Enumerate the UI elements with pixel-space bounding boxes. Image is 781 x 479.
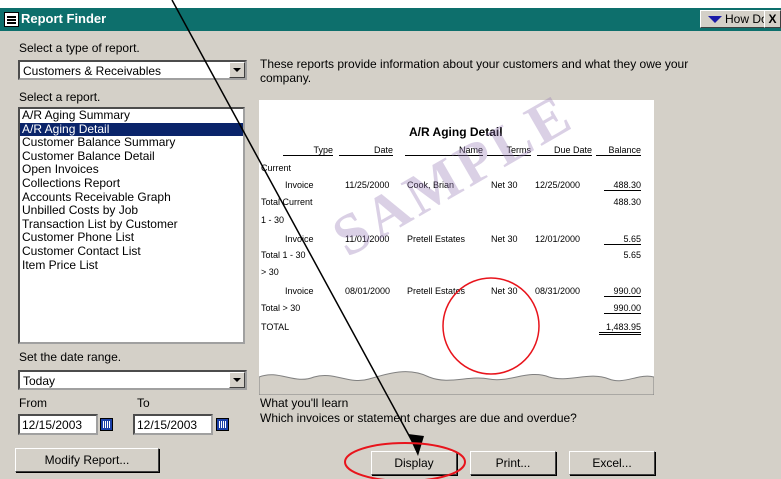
close-button[interactable]: X [764, 10, 781, 28]
display-button[interactable]: Display [371, 451, 457, 475]
sample-report-preview: A/R Aging Detail Type Date Name Terms Du… [259, 80, 654, 395]
report-cell: Pretell Estates [407, 234, 466, 244]
report-finder-icon [4, 12, 19, 27]
column-header: Balance [596, 145, 641, 156]
what-you-learn-text: Which invoices or statement charges are … [260, 411, 577, 425]
torn-edge [259, 371, 654, 395]
report-row-label: TOTAL [261, 322, 290, 332]
calendar-icon[interactable] [216, 418, 229, 431]
report-list-item-selected[interactable]: A/R Aging Detail [20, 122, 243, 137]
report-list-item[interactable]: Customer Phone List [20, 231, 243, 245]
report-cell: Pretell Estates [407, 286, 466, 296]
report-list-item[interactable]: Customer Balance Detail [20, 149, 243, 164]
what-you-learn: What you'll learn Which invoices or stat… [260, 396, 577, 426]
report-list-item[interactable]: Item Price List [20, 258, 243, 273]
report-description: These reports provide information about … [260, 57, 689, 85]
chevron-down-icon[interactable] [229, 372, 245, 388]
excel-button[interactable]: Excel... [569, 451, 655, 475]
report-cell: 12/25/2000 [535, 180, 581, 190]
report-cell: 488.30 [604, 180, 641, 191]
report-row-label: Total Current [261, 197, 313, 207]
date-range-dropdown[interactable]: Today [18, 370, 247, 390]
report-type-dropdown[interactable]: Customers & Receivables [18, 60, 247, 80]
report-cell: 990.00 [604, 286, 641, 297]
report-type-label: Select a type of report. [19, 41, 140, 55]
chevron-down-icon[interactable] [229, 62, 245, 78]
report-cell: 12/01/2000 [535, 234, 581, 244]
report-cell: Invoice [285, 234, 314, 244]
report-row-label: Total 1 - 30 [261, 250, 306, 260]
print-button[interactable]: Print... [470, 451, 556, 475]
report-cell: Net 30 [491, 234, 518, 244]
report-list-label: Select a report. [19, 90, 101, 104]
report-cell: Invoice [285, 180, 314, 190]
window-title: Report Finder [21, 11, 107, 26]
report-row-label: > 30 [261, 267, 279, 277]
report-list-item[interactable]: Open Invoices [20, 163, 243, 177]
column-header: Date [339, 145, 393, 156]
report-row-label: 1 - 30 [261, 215, 285, 225]
to-label: To [137, 396, 150, 410]
report-list[interactable]: A/R Aging Summary A/R Aging Detail Custo… [18, 107, 245, 344]
report-list-item[interactable]: Unbilled Costs by Job [20, 204, 243, 218]
report-row-label: Total > 30 [261, 303, 301, 313]
to-date-value: 12/15/2003 [137, 418, 198, 432]
column-header: Type [283, 145, 333, 156]
report-type-value: Customers & Receivables [23, 64, 162, 78]
report-list-item[interactable]: Collections Report [20, 176, 243, 191]
modify-report-button[interactable]: Modify Report... [15, 448, 159, 472]
date-range-label: Set the date range. [19, 350, 122, 364]
report-cell: 990.00 [604, 303, 641, 314]
dropdown-triangle-icon [708, 16, 722, 23]
from-label: From [19, 396, 47, 410]
report-list-item[interactable]: Customer Balance Summary [20, 136, 243, 150]
title-bar: Report Finder [0, 8, 781, 31]
from-date-value: 12/15/2003 [22, 418, 83, 432]
date-range-value: Today [23, 374, 56, 388]
calendar-icon[interactable] [100, 418, 113, 431]
from-date-field[interactable]: 12/15/2003 [18, 414, 98, 435]
report-cell: 5.65 [604, 234, 641, 245]
report-cell: 08/31/2000 [535, 286, 581, 296]
report-cell: Invoice [285, 286, 314, 296]
report-row-label: Current [261, 163, 292, 173]
report-cell: 08/01/2000 [345, 286, 391, 296]
report-cell: 5.65 [623, 250, 641, 260]
report-cell: 488.30 [613, 197, 641, 207]
report-list-item[interactable]: Accounts Receivable Graph [20, 190, 243, 205]
report-list-item[interactable]: A/R Aging Summary [20, 108, 243, 123]
report-cell: 1,483.95 [599, 322, 641, 335]
report-list-item[interactable]: Customer Contact List [20, 244, 243, 259]
what-you-learn-heading: What you'll learn [260, 396, 349, 410]
to-date-field[interactable]: 12/15/2003 [133, 414, 213, 435]
report-cell: Net 30 [491, 286, 518, 296]
report-list-item[interactable]: Transaction List by Customer [20, 217, 243, 232]
